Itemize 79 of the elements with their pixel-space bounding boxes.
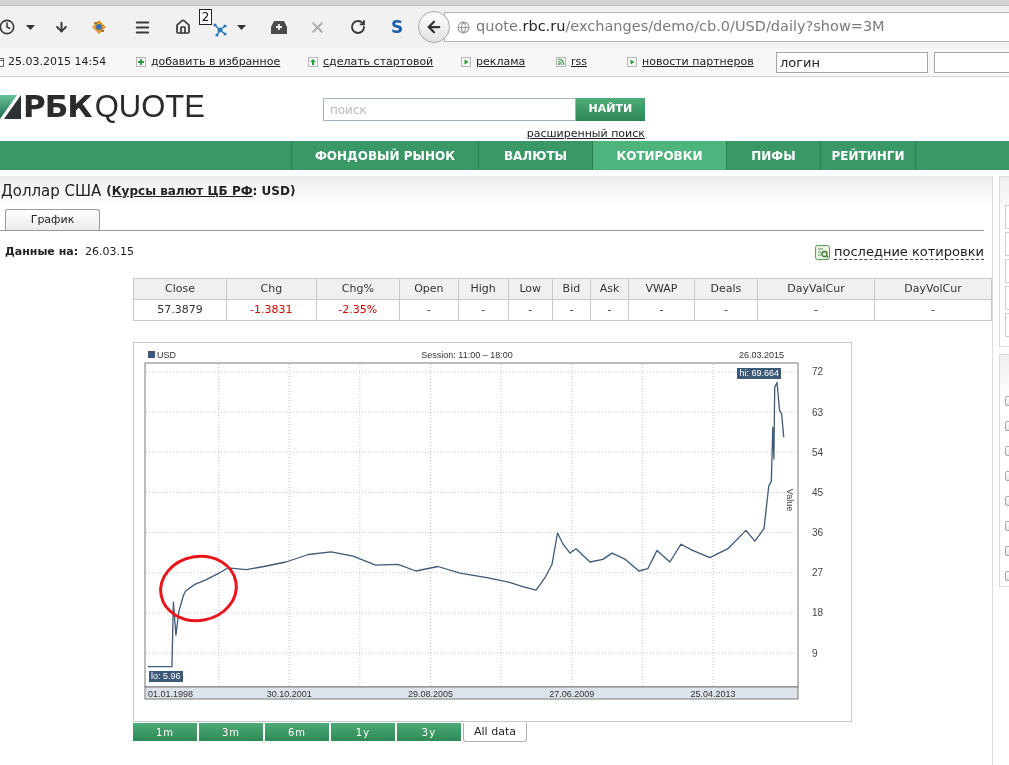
low-value-label: lo: 5.96 [149,671,183,682]
bookmark-link[interactable]: новости партнеров [642,53,754,71]
play-triangle-icon [461,57,471,67]
addon-button[interactable]: S [388,17,406,37]
globe-icon [457,20,470,34]
column-header: Low [508,278,553,300]
column-header: Bid [552,278,591,300]
y-axis-label: 72 [812,366,824,378]
network-icon[interactable] [212,22,228,38]
bookmark-link[interactable]: rss [571,53,587,71]
table-cell: 57.3879 [133,299,227,321]
column-header: DayValCur [757,278,875,300]
x-axis-label: 25.04.2013 [690,689,736,699]
page-title: Доллар США [1,180,102,202]
site-logo[interactable]: РБКQUOTE [0,92,205,121]
column-header: DayVolCur [874,278,992,300]
document-search-icon [815,244,830,260]
tray-plus-icon[interactable] [271,20,287,34]
range-tab[interactable]: 1m [133,723,197,741]
axis-title: Value [785,488,795,512]
column-header: Ask [590,278,629,300]
rss-icon [556,57,566,67]
data-date-label: Данные на: [5,243,79,260]
chart-date: 26.03.2015 [738,350,784,360]
logo-mark-icon [0,92,21,121]
column-header: Chg [226,278,317,300]
bookmark-link[interactable]: реклама [476,53,526,71]
column-header: Close [133,278,227,300]
date-time-text: 25.03.2015 14:54 [8,53,107,70]
x-axis-label: 01.01.1998 [148,689,194,699]
column-header: High [458,278,509,300]
column-header: Open [399,278,459,300]
up-arrow-icon [308,57,318,67]
legend-label: USD [157,350,176,360]
password-field[interactable] [934,51,1009,73]
search-field[interactable]: поиск [322,98,576,121]
y-axis-label: 18 [812,607,824,619]
y-axis-label: 45 [812,486,824,498]
column-header: VWAP [628,278,695,300]
session-text: Session: 11:00 – 18:00 [421,350,513,360]
download-icon[interactable] [54,19,69,35]
notification-badge[interactable]: 2 [199,9,212,25]
data-date-value: 26.03.15 [85,243,135,260]
login-field[interactable]: логин [776,51,928,73]
back-button[interactable] [418,11,450,43]
bookmark-link[interactable]: добавить в избранное [151,53,281,71]
home-icon[interactable] [175,19,191,35]
view-tab[interactable]: График [5,209,100,230]
latest-quotes-link[interactable]: последние котировки [834,244,984,260]
column-header: Deals [694,278,758,300]
url-text: quote.rbc.ru/exchanges/demo/cb.0/USD/daily?show=3M [476,17,885,37]
reload-icon[interactable] [350,19,366,35]
logo-product: QUOTE [94,92,205,121]
y-axis-label: 36 [812,527,824,539]
source-link[interactable]: Курсы валют ЦБ РФ [111,184,253,198]
column-header: Chg% [316,278,400,300]
y-axis-label: 54 [812,446,824,458]
range-tab[interactable]: 3y [397,723,461,741]
advanced-search-link[interactable]: расширенный поиск [526,126,645,143]
caret-icon[interactable] [237,24,246,30]
play-triangle-icon [627,57,637,67]
x-axis-label: 29.08.2005 [408,689,454,699]
logo-brand: РБК [23,92,92,121]
y-axis-label: 9 [812,647,818,659]
range-tab[interactable]: All data [463,723,527,742]
x-axis-label: 30.10.2001 [266,689,312,699]
plus-icon [136,57,146,67]
page-subtitle: (Курсы валют ЦБ РФ: USD) [106,183,296,200]
high-value-label: hi: 69.664 [737,368,781,379]
addon-icon[interactable] [91,19,107,35]
clock-icon[interactable] [0,19,15,35]
caret-icon[interactable] [26,24,35,30]
bookmark-link[interactable]: сделать стартовой [323,53,434,71]
menu-icon[interactable] [134,18,151,36]
x-axis-label: 27.06.2009 [549,689,595,699]
y-axis-label: 63 [812,406,824,418]
range-tab[interactable]: 1y [331,723,395,741]
y-axis-label: 27 [812,567,824,579]
address-bar[interactable]: quote.rbc.ru/exchanges/demo/cb.0/USD/daily?show=3M [444,12,1009,42]
